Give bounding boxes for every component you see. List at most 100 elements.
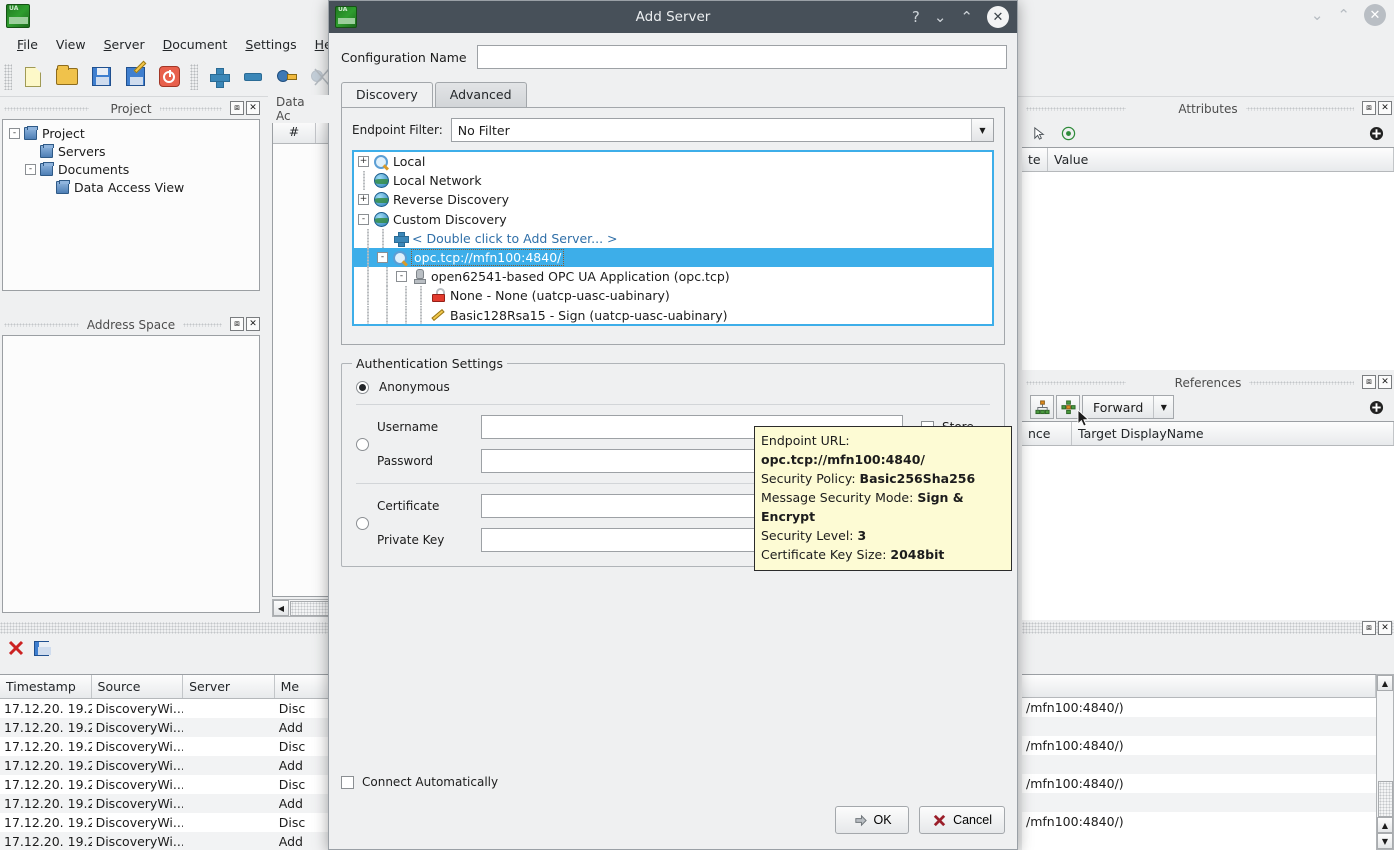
discovery-tree-item[interactable]: Basic256 - Sign (uatcp-uasc-uabinary) (354, 325, 992, 326)
close-icon[interactable]: ✕ (1378, 621, 1392, 635)
scroll-up-icon[interactable]: ▲ (1377, 675, 1393, 691)
pointer-icon[interactable] (1032, 126, 1047, 141)
close-icon[interactable]: ✕ (1364, 4, 1386, 26)
menu-item-settings[interactable]: Settings (236, 34, 305, 55)
log-toolbar[interactable] (0, 634, 330, 662)
tab-advanced[interactable]: Advanced (435, 82, 527, 107)
log-table-row[interactable]: 17.12.20. 19.23DiscoveryWi...Disc (0, 699, 330, 718)
minimize-icon[interactable]: ⌄ (934, 10, 947, 25)
menu-item-server[interactable]: Server (95, 34, 154, 55)
log-right-vscrollbar[interactable]: ▲ ▲ ▼ (1376, 674, 1394, 850)
menu-item-document[interactable]: Document (154, 34, 237, 55)
connect-icon[interactable] (270, 62, 304, 92)
expander-icon[interactable]: - (396, 271, 407, 282)
column-header-server[interactable]: Server (183, 675, 275, 698)
log-table-right-row[interactable] (1022, 755, 1376, 774)
add-icon[interactable] (202, 62, 236, 92)
project-tree-item[interactable]: Servers (5, 142, 257, 160)
log-table-right-row[interactable]: /mfn100:4840/) (1022, 774, 1376, 793)
project-tree[interactable]: -ProjectServers-DocumentsData Access Vie… (2, 119, 260, 291)
attributes-table[interactable]: te Value (1022, 147, 1394, 370)
discovery-tree-item[interactable]: None - None (uatcp-uasc-uabinary) (354, 286, 992, 305)
log-table-row[interactable]: 17.12.20. 19.23DiscoveryWi...Add (0, 832, 330, 850)
column-header-source[interactable]: Source (92, 675, 184, 698)
log-table-right-row[interactable]: /mfn100:4840/) (1022, 698, 1376, 717)
column-header-target-displayname[interactable]: Target DisplayName (1072, 422, 1394, 445)
help-icon[interactable]: ? (912, 10, 920, 25)
expander-icon[interactable]: - (358, 214, 369, 225)
close-icon[interactable]: ✕ (246, 101, 260, 115)
log-table-row[interactable]: 17.12.20. 19.23DiscoveryWi...Add (0, 718, 330, 737)
dialog-titlebar[interactable]: UA Add Server ? ⌄ ⌃ ✕ (329, 1, 1017, 33)
dialog-tabs[interactable]: Discovery Advanced (329, 81, 1017, 107)
toolbar-grip[interactable] (4, 64, 12, 90)
tab-discovery[interactable]: Discovery (341, 82, 433, 108)
expander-icon[interactable]: - (25, 164, 36, 175)
anonymous-radio[interactable] (356, 381, 369, 394)
save-as-icon[interactable] (118, 62, 152, 92)
anonymous-row[interactable]: Anonymous (356, 380, 990, 394)
discovery-tree-item[interactable]: -opc.tcp://mfn100:4840/ (354, 248, 992, 267)
power-icon[interactable] (152, 62, 186, 92)
column-header-timestamp[interactable]: Timestamp (0, 675, 92, 698)
discovery-tree[interactable]: +LocalLocal Network+Reverse Discovery-Cu… (352, 150, 994, 326)
float-icon[interactable]: ⧈ (230, 101, 244, 115)
close-icon[interactable]: ✕ (1378, 375, 1392, 389)
log-panel-grip[interactable] (0, 622, 330, 634)
scroll-up-2-icon[interactable]: ▲ (1377, 817, 1393, 833)
save-icon[interactable] (84, 62, 118, 92)
expander-icon[interactable]: - (9, 128, 20, 139)
target-icon[interactable] (1061, 126, 1076, 141)
expander-icon[interactable]: + (358, 156, 369, 167)
log-table-row[interactable]: 17.12.20. 19.23DiscoveryWi...Disc (0, 737, 330, 756)
address-space-panel-buttons[interactable]: ⧈ ✕ (230, 317, 260, 331)
project-tree-item[interactable]: Data Access View (5, 178, 257, 196)
discovery-tree-item[interactable]: +Reverse Discovery (354, 190, 992, 209)
configuration-name-input[interactable] (477, 45, 1007, 69)
main-window-buttons[interactable]: ⌄ ⌃ ✕ (1311, 4, 1386, 26)
connect-automatically-row[interactable]: Connect Automatically (341, 775, 498, 789)
chevron-down-icon[interactable]: ▼ (1153, 396, 1173, 418)
discovery-tree-item[interactable]: Basic128Rsa15 - Sign (uatcp-uasc-uabinar… (354, 306, 992, 325)
log-table-row[interactable]: 17.12.20. 19.23DiscoveryWi...Add (0, 756, 330, 775)
scroll-thumb[interactable] (290, 601, 329, 616)
remove-icon[interactable] (236, 62, 270, 92)
close-icon[interactable]: ✕ (1378, 101, 1392, 115)
maximize-icon[interactable]: ⌃ (1337, 8, 1350, 23)
log-table[interactable]: Timestamp Source Server Me 17.12.20. 19.… (0, 674, 330, 850)
references-panel-buttons[interactable]: ⧈ ✕ (1362, 375, 1392, 389)
scroll-left-icon[interactable]: ◀ (273, 600, 289, 616)
discovery-tree-item[interactable]: -open62541-based OPC UA Application (opc… (354, 267, 992, 286)
certificate-radio[interactable] (356, 517, 369, 530)
float-icon[interactable]: ⧈ (230, 317, 244, 331)
add-circle-icon[interactable] (1369, 400, 1384, 415)
float-icon[interactable]: ⧈ (1362, 375, 1376, 389)
references-table[interactable]: nce Target DisplayName (1022, 421, 1394, 620)
save-log-icon[interactable] (34, 641, 49, 656)
expander-icon[interactable]: - (377, 252, 388, 263)
discovery-tree-item[interactable]: Local Network (354, 171, 992, 190)
ok-button[interactable]: OK (835, 806, 909, 834)
float-icon[interactable]: ⧈ (1362, 621, 1376, 635)
project-tree-item[interactable]: -Project (5, 124, 257, 142)
log-table-right-row[interactable]: /mfn100:4840/) (1022, 812, 1376, 831)
hierarchy-icon[interactable] (1030, 395, 1054, 419)
log-table-right-row[interactable] (1022, 717, 1376, 736)
project-panel-buttons[interactable]: ⧈ ✕ (230, 101, 260, 115)
username-password-radio[interactable] (356, 438, 369, 451)
open-folder-icon[interactable] (50, 62, 84, 92)
column-header-index[interactable]: # (273, 120, 316, 143)
data-access-table[interactable]: # (272, 119, 330, 597)
log-table-right-row[interactable] (1022, 793, 1376, 812)
scroll-thumb[interactable] (1378, 781, 1393, 817)
cancel-button[interactable]: Cancel (919, 806, 1005, 834)
log-table-right[interactable]: /mfn100:4840/) /mfn100:4840/) /mfn100:4840… (1022, 674, 1376, 850)
menu-item-view[interactable]: View (47, 34, 95, 55)
clear-log-icon[interactable] (8, 640, 24, 656)
dialog-buttons[interactable]: OK Cancel (835, 806, 1005, 834)
toolbar-grip-2[interactable] (190, 64, 198, 90)
log-panel-right-grip[interactable]: ⧈ ✕ (1022, 622, 1394, 634)
menu-item-file[interactable]: File (8, 34, 47, 55)
column-header-reference[interactable]: nce (1022, 422, 1072, 445)
log-table-row[interactable]: 17.12.20. 19.23DiscoveryWi...Disc (0, 813, 330, 832)
